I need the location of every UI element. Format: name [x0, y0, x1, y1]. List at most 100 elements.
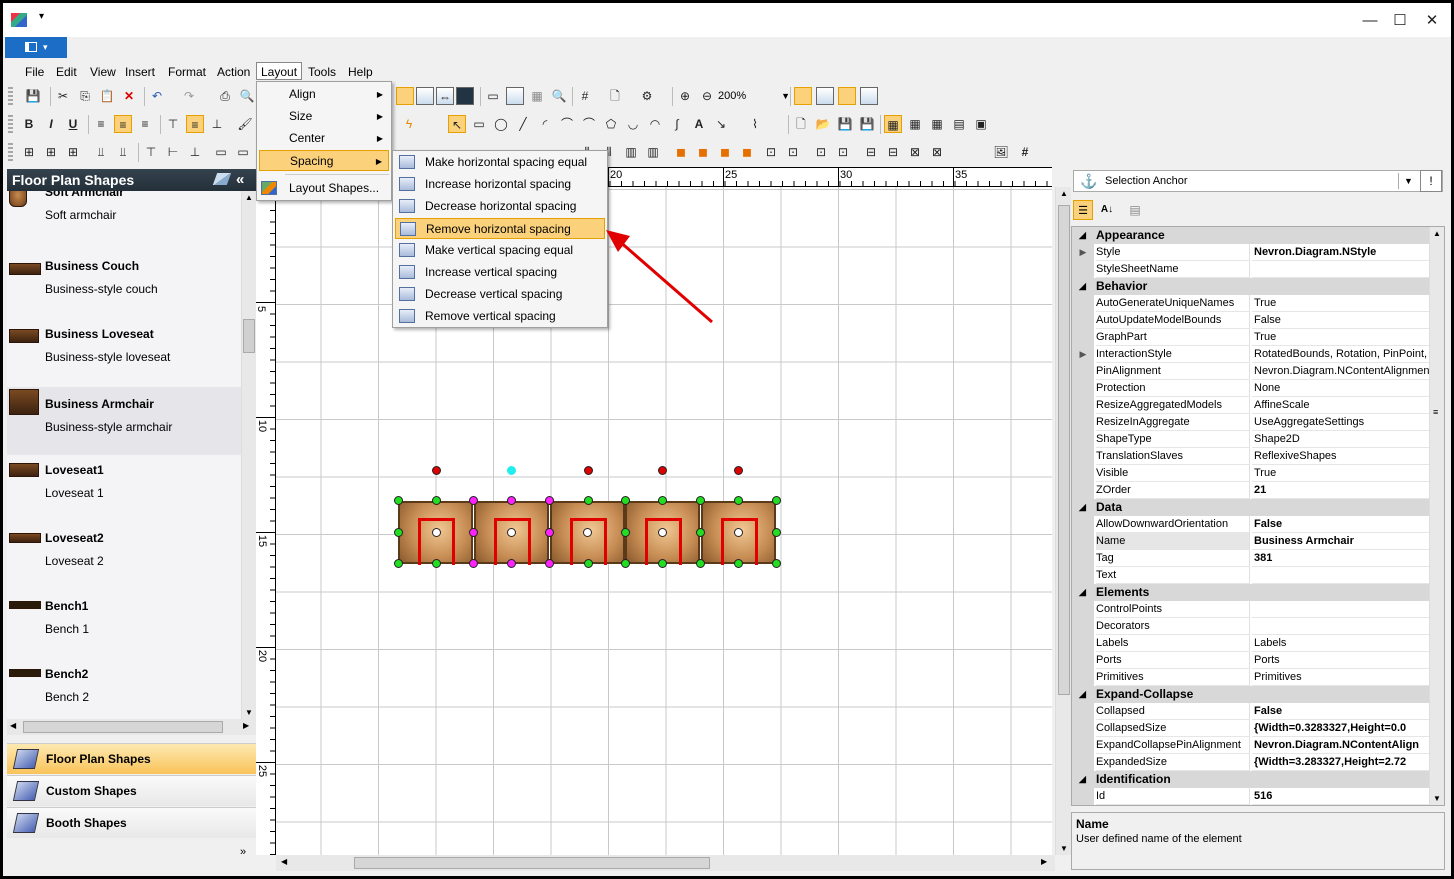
resize-handle[interactable] — [394, 496, 403, 505]
property-value[interactable]: 516 — [1252, 788, 1430, 805]
grid-toggle-icon[interactable]: # — [1016, 143, 1034, 161]
view-icon-2[interactable]: ▦ — [906, 115, 924, 133]
spline-tool-icon[interactable]: ∫ — [668, 115, 686, 133]
property-value[interactable] — [1252, 261, 1430, 278]
group-shapes-icon[interactable]: ⊡ — [762, 143, 780, 161]
property-row[interactable]: Visible True — [1072, 465, 1430, 482]
menu-view[interactable]: View — [86, 63, 120, 81]
shapes-list-scrollbar[interactable]: ▲ ▼ — [241, 191, 256, 719]
resize-handle-selected[interactable] — [545, 528, 554, 537]
collapse-category-icon[interactable]: ◢ — [1079, 771, 1086, 788]
list-item[interactable]: Soft Armchair Soft armchair — [7, 191, 241, 245]
rotation-handle[interactable] — [584, 466, 593, 475]
alphabetical-icon[interactable]: A↓ — [1097, 200, 1117, 220]
property-category[interactable]: ◢ Expand-Collapse — [1072, 686, 1430, 703]
scrollbar-thumb[interactable] — [354, 857, 710, 869]
property-row[interactable]: ShapeType Shape2D — [1072, 431, 1430, 448]
resize-handle[interactable] — [394, 528, 403, 537]
rotation-handle[interactable] — [432, 466, 441, 475]
pin-point[interactable] — [658, 528, 667, 537]
rotate-icon-1[interactable]: ⊡ — [812, 143, 830, 161]
application-menu-button[interactable]: ▾ — [5, 37, 67, 58]
menu-item-remove-h-spacing[interactable]: Remove horizontal spacing — [395, 218, 605, 239]
align-middles-icon[interactable]: ⊢ — [164, 143, 182, 161]
align-left-icon[interactable]: ≡ — [92, 115, 110, 133]
list-item[interactable]: Business Loveseat Business-style lovesea… — [7, 313, 241, 381]
align-lefts-icon[interactable]: ⊞ — [20, 143, 38, 161]
menu-item-align[interactable]: Align ▶ — [259, 84, 389, 105]
property-value[interactable] — [1252, 601, 1430, 618]
order-icon-3[interactable]: ◼ — [716, 143, 734, 161]
property-value[interactable]: False — [1252, 703, 1430, 720]
ellipse-tool-icon[interactable]: ◯ — [492, 115, 510, 133]
menu-item-layout-shapes[interactable]: Layout Shapes... — [259, 178, 389, 199]
rotation-handle[interactable] — [658, 466, 667, 475]
closed-curve-tool-icon[interactable]: ◡ — [624, 115, 642, 133]
property-row[interactable]: ControlPoints — [1072, 601, 1430, 618]
property-value[interactable]: AffineScale — [1252, 397, 1430, 414]
resize-handle[interactable] — [696, 528, 705, 537]
group-icon[interactable]: ▭ — [484, 87, 502, 105]
quick-access-dropdown-icon[interactable]: ▾ — [39, 11, 44, 22]
align-tops-icon[interactable]: ⊤ — [142, 143, 160, 161]
rotate-icon-2[interactable]: ⊡ — [834, 143, 852, 161]
property-row[interactable]: Protection None — [1072, 380, 1430, 397]
property-value[interactable]: Primitives — [1252, 669, 1430, 686]
align-bottoms-icon[interactable]: ⊥ — [186, 143, 204, 161]
order-icon-1[interactable]: ◼ — [672, 143, 690, 161]
resize-handle[interactable] — [621, 559, 630, 568]
property-value[interactable]: UseAggregateSettings — [1252, 414, 1430, 431]
same-size-icon-2[interactable]: ▭ — [234, 143, 252, 161]
eraser-icon[interactable] — [212, 173, 232, 185]
property-value[interactable]: False — [1252, 312, 1430, 329]
resize-handle-selected[interactable] — [507, 559, 516, 568]
resize-handle[interactable] — [394, 559, 403, 568]
category-custom-shapes[interactable]: Custom Shapes — [7, 775, 256, 806]
view-icon-3[interactable]: ▦ — [928, 115, 946, 133]
zoom-combo[interactable]: 200% ▼ — [718, 87, 794, 106]
menu-item-increase-h-spacing[interactable]: Increase horizontal spacing — [395, 174, 605, 195]
curve-tool-icon[interactable]: ⌒ — [558, 115, 576, 133]
property-value[interactable]: 381 — [1252, 550, 1430, 567]
lasso-tool-icon[interactable]: ⌇ — [746, 115, 764, 133]
collapse-category-icon[interactable]: ◢ — [1079, 686, 1086, 703]
property-value[interactable]: Labels — [1252, 635, 1430, 652]
collapse-panel-icon[interactable]: « — [236, 169, 244, 191]
menu-item-size[interactable]: Size ▶ — [259, 106, 389, 127]
property-row[interactable]: ▶ Style Nevron.Diagram.NStyle — [1072, 244, 1430, 261]
pin-point[interactable] — [507, 528, 516, 537]
property-value[interactable]: 21 — [1252, 482, 1430, 499]
menu-item-make-v-spacing-equal[interactable]: Make vertical spacing equal — [395, 240, 605, 261]
property-row[interactable]: PinAlignment Nevron.Diagram.NContentAlign… — [1072, 363, 1430, 380]
property-value[interactable]: Nevron.Diagram.NContentAlign — [1252, 737, 1430, 754]
resize-handle-selected[interactable] — [545, 496, 554, 505]
minimize-button[interactable]: — — [1355, 9, 1385, 33]
resize-handle[interactable] — [621, 496, 630, 505]
property-row[interactable]: Id 516 — [1072, 788, 1430, 805]
category-booth-shapes[interactable]: Booth Shapes — [7, 807, 256, 838]
connector-tool-icon[interactable]: ↘ — [712, 115, 730, 133]
menu-action[interactable]: Action — [213, 63, 254, 81]
pin-point[interactable] — [734, 528, 743, 537]
property-row[interactable]: ▶ InteractionStyle RotatedBounds, Rotation… — [1072, 346, 1430, 363]
image-icon[interactable]: 🖼 — [992, 143, 1010, 161]
pin-point[interactable] — [432, 528, 441, 537]
property-value[interactable]: True — [1252, 295, 1430, 312]
property-grid-scrollbar[interactable]: ▲ ≡ ▼ — [1429, 227, 1444, 805]
property-row[interactable]: Name Business Armchair — [1072, 533, 1430, 550]
resize-handle[interactable] — [696, 559, 705, 568]
property-value[interactable]: Business Armchair — [1252, 533, 1430, 550]
menu-tools[interactable]: Tools — [304, 63, 340, 81]
canvas-hscrollbar[interactable]: ◀ ▶ — [276, 855, 1055, 871]
page-icon[interactable]: 🗋 — [606, 87, 624, 105]
property-value[interactable]: True — [1252, 329, 1430, 346]
close-button[interactable]: ✕ — [1417, 9, 1447, 33]
property-row[interactable]: ExpandedSize {Width=3.283327,Height=2.72 — [1072, 754, 1430, 771]
resize-handle-selected[interactable] — [507, 496, 516, 505]
toolbar-icon-b[interactable]: 🔍 — [550, 87, 568, 105]
align-center-icon[interactable]: ≡ — [114, 115, 132, 133]
view-icon-4[interactable]: ▤ — [950, 115, 968, 133]
line-tool-icon[interactable]: ╱ — [514, 115, 532, 133]
expand-property-icon[interactable]: ▶ — [1072, 244, 1094, 261]
collapse-category-icon[interactable]: ◢ — [1079, 499, 1086, 516]
